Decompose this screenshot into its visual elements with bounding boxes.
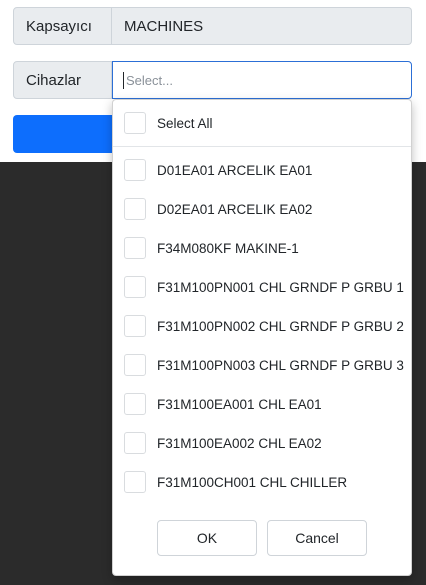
dropdown-option[interactable]: D01EA01 ARCELIK EA01 <box>113 155 411 185</box>
text-cursor <box>123 72 124 89</box>
option-checkbox[interactable] <box>124 198 146 220</box>
dropdown-option[interactable]: F31M100EA001 CHL EA01 <box>113 389 411 419</box>
option-label: F31M100PN001 CHL GRNDF P GRBU 1 <box>157 279 404 295</box>
select-all-checkbox[interactable] <box>124 112 146 134</box>
option-checkbox[interactable] <box>124 237 146 259</box>
option-label: F31M100PN003 CHL GRNDF P GRBU 3 <box>157 357 404 373</box>
option-label: F31M100CH001 CHL CHILLER <box>157 474 348 490</box>
devices-select-placeholder: Select... <box>126 72 173 88</box>
dropdown-option[interactable]: F31M100PN003 CHL GRNDF P GRBU 3 <box>113 350 411 380</box>
devices-select[interactable]: Select... <box>112 61 412 99</box>
option-checkbox[interactable] <box>124 393 146 415</box>
container-input-group: Kapsayıcı MACHINES <box>13 7 412 45</box>
option-checkbox[interactable] <box>124 159 146 181</box>
select-all-option[interactable]: Select All <box>113 108 411 138</box>
option-label: F31M100EA001 CHL EA01 <box>157 396 322 412</box>
dropdown-option[interactable]: F31M100EA002 CHL EA02 <box>113 428 411 458</box>
option-checkbox[interactable] <box>124 315 146 337</box>
option-label: F31M100EA002 CHL EA02 <box>157 435 322 451</box>
devices-dropdown-menu: Select All D01EA01 ARCELIK EA01 D02EA01 … <box>112 99 412 576</box>
option-label: F31M100PN002 CHL GRNDF P GRBU 2 <box>157 318 404 334</box>
select-all-label: Select All <box>157 115 213 131</box>
dropdown-divider <box>113 146 411 147</box>
dropdown-option[interactable]: F31M100PN002 CHL GRNDF P GRBU 2 <box>113 311 411 341</box>
option-checkbox[interactable] <box>124 354 146 376</box>
dropdown-option[interactable]: D02EA01 ARCELIK EA02 <box>113 194 411 224</box>
option-label: D01EA01 ARCELIK EA01 <box>157 162 313 178</box>
option-checkbox[interactable] <box>124 432 146 454</box>
dropdown-option[interactable]: F34M080KF MAKINE-1 <box>113 233 411 263</box>
cancel-button[interactable]: Cancel <box>267 520 367 556</box>
dropdown-option[interactable]: F31M100PN001 CHL GRNDF P GRBU 1 <box>113 272 411 302</box>
container-label: Kapsayıcı <box>13 7 112 45</box>
option-checkbox[interactable] <box>124 471 146 493</box>
option-label: F34M080KF MAKINE-1 <box>157 240 299 256</box>
container-field: MACHINES <box>112 7 412 45</box>
devices-label: Cihazlar <box>13 61 112 99</box>
option-checkbox[interactable] <box>124 276 146 298</box>
ok-button[interactable]: OK <box>157 520 257 556</box>
devices-input-group: Cihazlar Select... <box>13 61 412 99</box>
dropdown-option[interactable]: F31M100CH001 CHL CHILLER <box>113 467 411 497</box>
option-label: D02EA01 ARCELIK EA02 <box>157 201 313 217</box>
